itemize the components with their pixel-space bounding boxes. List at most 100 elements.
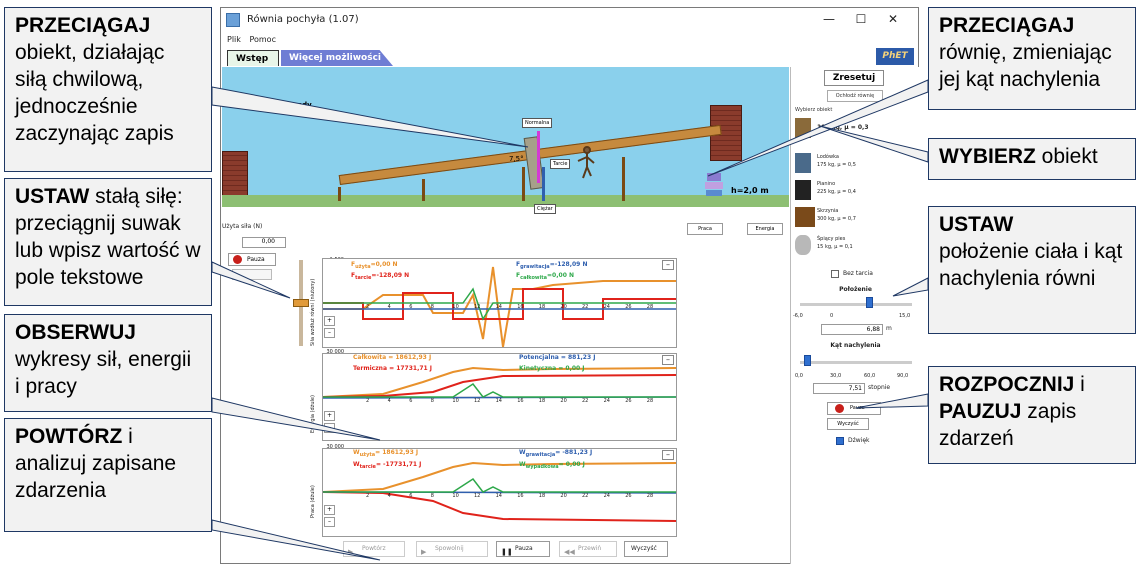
replay-button[interactable]: ▶ Powtórz <box>343 541 405 557</box>
x-tick-label: 28 <box>646 493 654 499</box>
graph2-zoom-out-icon[interactable]: – <box>324 423 335 433</box>
ramp-support-pillars <box>338 157 625 201</box>
sound-label: Dźwięk <box>848 437 870 444</box>
x-tick-label: 8 <box>430 493 434 499</box>
graph2-zoom-in-icon[interactable]: + <box>324 411 335 421</box>
pause-record-button[interactable]: Pauza <box>827 402 881 415</box>
x-tick-label: 4 <box>387 304 391 310</box>
graph3-minimize-button[interactable]: – <box>662 450 674 460</box>
applied-force-label: Użyta siła (N) <box>222 223 263 230</box>
applied-force-slider[interactable] <box>293 260 309 346</box>
frictionless-checkbox[interactable] <box>831 270 839 278</box>
x-tick-label: 6 <box>409 493 413 499</box>
position-input[interactable]: 6,88 <box>821 324 883 335</box>
angle-slider-track[interactable] <box>800 361 912 364</box>
position-slider-thumb[interactable] <box>866 297 873 308</box>
app-icon <box>226 13 240 27</box>
clear-playback-button[interactable]: Wyczyść <box>624 541 668 557</box>
slow-play-icon: ▶ <box>421 548 427 556</box>
x-tick-label: 10 <box>452 493 459 499</box>
crate-icon <box>795 118 811 138</box>
reset-button[interactable]: Zresetuj <box>824 70 884 86</box>
minimize-button[interactable]: — <box>819 11 839 27</box>
x-tick-label: 2 <box>366 493 370 499</box>
menu-help[interactable]: Pomoc <box>249 35 276 44</box>
playback-bar: ▶ Powtórz ▶ Spowolnij ❚❚ Pauza ◀◀ Przewiń Wy… <box>221 538 788 562</box>
maximize-button[interactable]: ☐ <box>851 11 871 27</box>
x-tick-label: 10 <box>452 398 459 404</box>
fridge-icon <box>795 153 811 173</box>
graph1-zoom-in-icon[interactable]: + <box>324 316 335 326</box>
graph1-zoom-out-icon[interactable]: – <box>324 328 335 338</box>
applied-force-readout: Fużyta=0,00 N <box>351 261 398 271</box>
applied-force-input[interactable]: 0,00 <box>242 237 286 248</box>
graph2-ylabel: Energia (dżule) <box>310 395 316 433</box>
friction-force-readout: Ftarcie=-128,09 N <box>351 272 410 282</box>
x-tick-label: 6 <box>409 304 413 310</box>
play-icon: ▶ <box>348 548 354 556</box>
slow-button[interactable]: ▶ Spowolnij <box>416 541 488 557</box>
angle-tick-30: 30,0 <box>830 373 842 379</box>
total-energy-line <box>322 366 677 398</box>
position-tick-min: -6,0 <box>793 313 803 319</box>
callout-start-pause: ROZPOCZNIJ i PAUZUJ zapis zdarzeń <box>928 366 1136 464</box>
callout-observe: OBSERWUJ wykresy sił, energii i pracy <box>4 314 212 412</box>
object-option-piano[interactable]: Pianino 225 kg, μ = 0,4 <box>795 178 915 206</box>
weight-arrow <box>542 167 545 201</box>
graph1-minimize-button[interactable]: – <box>662 260 674 270</box>
x-tick-label: 18 <box>538 304 546 310</box>
gravity-work-readout: Wgrawitacja= -881,23 J <box>519 449 593 459</box>
x-tick-label: 28 <box>646 304 654 310</box>
pause-label-left: Pauza <box>247 256 265 263</box>
object-option-dog[interactable]: Śpiący pies 15 kg, μ = 0,1 <box>795 233 915 261</box>
x-tick-label: 22 <box>582 304 589 310</box>
x-tick-label: 6 <box>409 398 413 404</box>
graph3-zoom-in-icon[interactable]: + <box>324 505 335 515</box>
tab-intro[interactable]: Wstęp <box>227 50 279 66</box>
clear-record-button[interactable]: Wyczyść <box>827 418 869 430</box>
stacked-objects-icon <box>705 173 723 196</box>
angle-slider-thumb[interactable] <box>804 355 811 366</box>
position-tick-zero: 0 <box>830 313 834 319</box>
frictionless-label: Bez tarcia <box>843 270 873 277</box>
weight-label: Ciężar <box>534 204 556 214</box>
graph3-zoom-out-icon[interactable]: – <box>324 517 335 527</box>
pause-button-left[interactable]: Pauza <box>228 253 276 266</box>
dog-icon <box>795 235 811 255</box>
work-toggle-button[interactable]: Praca <box>687 223 723 235</box>
potential-energy-readout: Potencjalna = 881,23 J <box>519 354 596 361</box>
rewind-button[interactable]: ◀◀ Przewiń <box>559 541 617 557</box>
tab-more-features[interactable]: Więcej możliwości <box>281 50 393 66</box>
position-slider-track[interactable] <box>800 303 912 306</box>
object-option-crate-large[interactable]: Skrzynia 300 kg, μ = 0,7 <box>795 205 915 233</box>
rewind-icon: ◀◀ <box>564 548 575 556</box>
x-tick-label: 14 <box>495 398 502 404</box>
x-tick-label: 24 <box>603 304 610 310</box>
energy-toggle-button[interactable]: Energia <box>747 223 783 235</box>
object-option-fridge[interactable]: Lodówka 175 kg, μ = 0,5 <box>795 151 915 179</box>
close-button[interactable]: ✕ <box>883 11 903 27</box>
angle-input[interactable]: 7,51 <box>813 383 865 394</box>
phet-logo: PhET <box>876 48 914 65</box>
applied-force-slider-thumb[interactable] <box>293 299 309 307</box>
graph2-minimize-button[interactable]: – <box>662 355 674 365</box>
x-tick-label: 28 <box>646 398 654 404</box>
callout-drag-ramp: PRZECIĄGAJ równię, zmieniając jej kąt nac… <box>928 7 1136 110</box>
object-option-crate-small[interactable]: 100 kg, μ = 0,3 <box>795 116 915 144</box>
x-tick-label: 10 <box>452 304 459 310</box>
x-tick-label: 16 <box>517 493 524 499</box>
title-bar: Równia pochyła (1.07) — ☐ ✕ <box>221 8 918 32</box>
net-work-readout: Wwypadkowa= 0,00 J <box>519 461 585 471</box>
cool-ramp-button[interactable]: Ochłodź równię <box>827 90 883 102</box>
normal-force-label: Normalna <box>522 118 553 128</box>
thermal-energy-readout: Termiczna = 17731,71 J <box>353 365 433 372</box>
disabled-button[interactable] <box>232 269 272 280</box>
pause-playback-button[interactable]: ❚❚ Pauza <box>496 541 550 557</box>
x-tick-label: 26 <box>625 304 632 310</box>
scene-decorations <box>338 146 723 201</box>
angle-tick-90: 90,0 <box>897 373 909 379</box>
x-tick-label: 2 <box>366 304 370 310</box>
menu-file[interactable]: Plik <box>227 35 241 44</box>
sound-checkbox[interactable] <box>836 437 844 445</box>
height-readout: h=2,0 m <box>731 186 769 195</box>
